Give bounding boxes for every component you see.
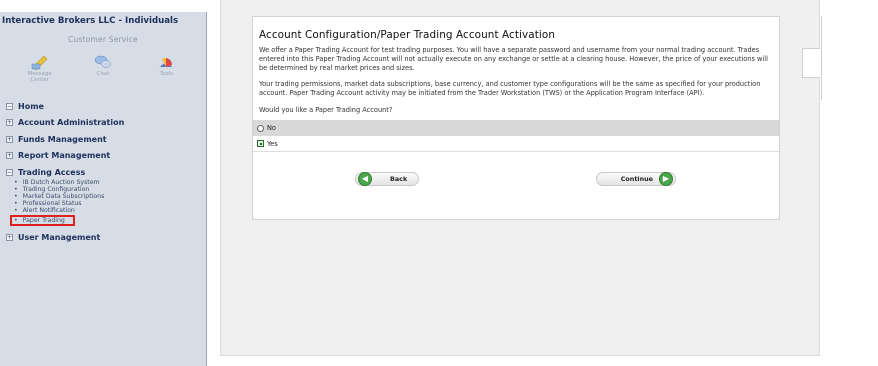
message-center-icon xyxy=(31,55,48,70)
back-button[interactable]: ◀ Back xyxy=(355,172,419,186)
nav-account-administration-label: Account Administration xyxy=(18,118,125,128)
radio-no[interactable] xyxy=(257,124,264,132)
option-no-label: No xyxy=(267,124,276,133)
intro-paragraph: We offer a Paper Trading Account for tes… xyxy=(259,46,768,73)
nav-home[interactable]: − Home xyxy=(0,98,206,115)
subitem-market-data-subscriptions[interactable]: Market Data Subscriptions xyxy=(14,193,206,200)
nav-report-management-label: Report Management xyxy=(18,151,111,161)
paper-trading-card: Account Configuration/Paper Trading Acco… xyxy=(252,16,780,220)
brand-title: Interactive Brokers LLC - Individuals xyxy=(2,16,179,26)
customer-service-label[interactable]: Customer Service xyxy=(0,35,206,44)
back-button-label: Back xyxy=(390,175,408,183)
chat-icon xyxy=(94,55,112,68)
expand-icon: + xyxy=(6,119,13,127)
service-icon-row: Message Center Chat Tools xyxy=(8,54,198,84)
chat-label: Chat xyxy=(96,71,110,77)
tools-label: Tools xyxy=(159,71,174,77)
subitem-paper-trading[interactable]: Paper Trading xyxy=(10,215,75,227)
radio-yes-selected[interactable] xyxy=(257,140,264,148)
message-center-button[interactable]: Message Center xyxy=(20,54,60,84)
collapse-icon: − xyxy=(6,102,13,110)
chat-button[interactable]: Chat xyxy=(83,54,123,84)
nav-account-administration[interactable]: + Account Administration xyxy=(0,115,206,132)
permissions-paragraph: Your trading permissions, market data su… xyxy=(259,79,761,97)
nav-report-management[interactable]: + Report Management xyxy=(0,148,206,165)
subitem-professional-status[interactable]: Professional Status xyxy=(14,200,206,207)
continue-button[interactable]: Continue ▶ xyxy=(596,172,676,186)
question-label: Would you like a Paper Trading Account? xyxy=(259,106,393,115)
continue-button-label: Continue xyxy=(620,175,653,183)
option-yes-label: Yes xyxy=(267,139,278,148)
nav-trading-access-label: Trading Access xyxy=(18,167,86,177)
expand-icon: + xyxy=(6,152,13,160)
nav-funds-management[interactable]: + Funds Management xyxy=(0,131,206,148)
tools-button[interactable]: Tools xyxy=(146,54,186,84)
arrow-left-icon: ◀ xyxy=(358,172,372,186)
option-no-row[interactable]: No xyxy=(253,120,779,137)
collapse-icon: − xyxy=(6,168,13,176)
subitem-alert-notification[interactable]: Alert Notification xyxy=(14,207,206,214)
message-center-label: Message Center xyxy=(27,71,52,83)
trading-access-submenu: IB Dutch Auction System Trading Configur… xyxy=(0,179,206,227)
arrow-right-icon: ▶ xyxy=(659,172,673,186)
page-title: Account Configuration/Paper Trading Acco… xyxy=(259,29,556,41)
expand-icon: + xyxy=(6,234,13,242)
subitem-trading-configuration[interactable]: Trading Configuration xyxy=(14,186,206,193)
tools-icon xyxy=(160,57,173,67)
option-yes-row[interactable]: Yes xyxy=(253,136,779,153)
right-panel-edge xyxy=(802,48,820,78)
expand-icon: + xyxy=(6,135,13,143)
subitem-ib-dutch-auction[interactable]: IB Dutch Auction System xyxy=(14,179,206,186)
nav-user-management-label: User Management xyxy=(18,233,101,243)
sidebar-nav: − Home + Account Administration + Funds … xyxy=(0,98,206,246)
right-divider xyxy=(821,16,822,100)
sidebar: Interactive Brokers LLC - Individuals Cu… xyxy=(0,12,207,366)
nav-user-management[interactable]: + User Management xyxy=(0,229,206,246)
nav-home-label: Home xyxy=(18,101,44,111)
nav-funds-management-label: Funds Management xyxy=(18,134,107,144)
